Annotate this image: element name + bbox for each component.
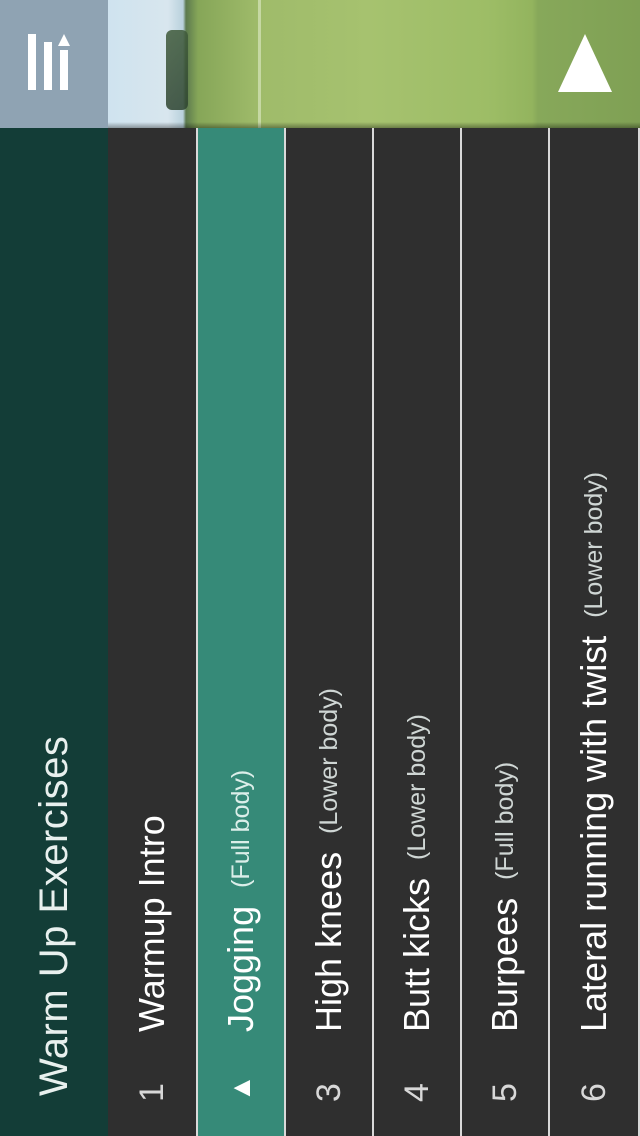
menu-button[interactable] xyxy=(0,0,108,128)
exercise-item-warmup-intro[interactable]: 1 Warmup Intro xyxy=(108,128,198,1136)
field-line xyxy=(258,0,261,128)
title-panel: Warm Up Exercises xyxy=(0,128,108,1136)
exercise-item-high-knees[interactable]: 3 High knees (Lower body) xyxy=(286,128,374,1136)
screen: Warm Up Exercises 1 Warmup Intro ▲ Joggi… xyxy=(0,0,640,1136)
item-category: (Full body) xyxy=(490,761,519,880)
page-title: Warm Up Exercises xyxy=(31,735,76,1096)
exercise-item-burpees[interactable]: 5 Burpees (Full body) xyxy=(462,128,550,1136)
item-name: Warmup Intro xyxy=(131,815,172,1032)
play-triangle-icon xyxy=(558,34,612,92)
video-bar xyxy=(0,0,640,128)
exercise-item-butt-kicks[interactable]: 4 Butt kicks (Lower body) xyxy=(374,128,462,1136)
item-category: (Lower body) xyxy=(579,471,608,618)
item-number: 5 xyxy=(485,1083,524,1102)
item-name: Burpees xyxy=(484,897,525,1032)
item-name: High knees xyxy=(308,851,349,1032)
item-category: (Lower body) xyxy=(314,687,343,834)
list-sort-icon xyxy=(28,34,70,90)
item-category: (Lower body) xyxy=(402,714,431,860)
item-number: 6 xyxy=(574,1083,613,1102)
item-number: 3 xyxy=(309,1083,348,1102)
item-name: Lateral running with twist xyxy=(573,635,614,1032)
play-button[interactable] xyxy=(540,18,630,108)
item-category: (Full body) xyxy=(226,769,255,888)
item-number: 4 xyxy=(397,1083,436,1102)
tree-line xyxy=(166,30,188,110)
exercise-item-jogging[interactable]: ▲ Jogging (Full body) xyxy=(198,128,286,1136)
item-number: 1 xyxy=(132,1083,171,1102)
exercise-item-lateral-running[interactable]: 6 Lateral running with twist (Lower body… xyxy=(550,128,640,1136)
item-name: Jogging xyxy=(220,905,261,1032)
item-name: Butt kicks xyxy=(396,877,437,1032)
playing-indicator-icon: ▲ xyxy=(225,1074,256,1102)
